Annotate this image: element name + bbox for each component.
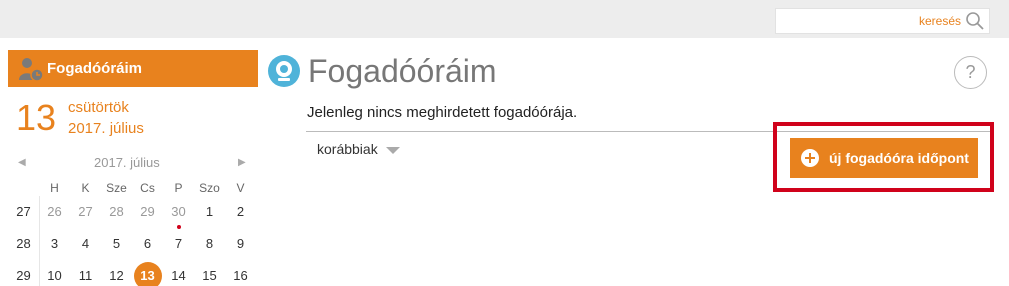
calendar-day[interactable]: 14 [163,264,194,286]
calendar-day[interactable]: 2 [225,200,256,226]
weekday-header: V [236,181,245,195]
calendar-day[interactable]: 29 [132,200,163,226]
calendar-day[interactable]: 4 [70,232,101,258]
current-day-number: 13 [16,97,57,138]
calendar-day[interactable]: 8 [194,232,225,258]
new-appointment-button[interactable]: új fogadóóra időpont [790,138,978,178]
calendar-day[interactable]: 1 [194,200,225,226]
current-weekday: csütörtök [68,99,129,116]
calendar-day[interactable]: 27 [70,200,101,226]
calendar-title: 2017. július [94,155,160,170]
sidebar-title: Fogadóóráim [47,60,143,77]
calendar-week-row: 27 26 27 28 29 30 1 2 [8,200,258,226]
week-number: 29 [16,268,31,283]
search-icon[interactable] [965,11,985,31]
week-column-divider [39,196,40,286]
calendar-day[interactable]: 7 [163,232,194,258]
weekday-header: Sze [106,181,127,195]
weekday-header: P [174,181,183,195]
current-month: 2017. július [68,120,144,137]
calendar-day[interactable]: 3 [39,232,70,258]
webcam-icon [268,55,300,87]
calendar-next-icon[interactable]: ▶ [238,157,246,168]
calendar-day[interactable]: 11 [70,264,101,286]
weekday-header: K [81,181,90,195]
calendar-day[interactable]: 12 [101,264,132,286]
previous-dropdown[interactable]: korábbiak [317,141,400,157]
no-appointments-notice: Jelenleg nincs meghirdetett fogadóórája. [307,104,578,121]
week-number: 28 [16,236,31,251]
weekday-header: H [50,181,59,195]
calendar-prev-icon[interactable]: ◀ [18,157,26,168]
calendar-day-today[interactable]: 13 [132,262,163,286]
plus-icon [801,149,819,167]
previous-label: korábbiak [317,141,378,157]
user-clock-icon [19,58,44,82]
calendar-header-row: H K Sze Cs P Szo V [8,176,258,202]
week-number: 27 [16,204,31,219]
page-title: Fogadóóráim [308,53,497,89]
calendar-day[interactable]: 6 [132,232,163,258]
weekday-header: Szo [199,181,220,195]
today-label: 13 [133,262,162,286]
calendar-week-row: 29 10 11 12 13 14 15 16 [8,262,258,286]
calendar-day[interactable]: 16 [225,264,256,286]
calendar-day[interactable]: 28 [101,200,132,226]
calendar-day[interactable]: 26 [39,200,70,226]
chevron-down-icon [385,146,400,154]
calendar-day[interactable]: 10 [39,264,70,286]
sidebar-header[interactable]: Fogadóóráim [8,50,258,87]
top-bar: keresés [0,0,1009,38]
calendar-week-row: 28 3 4 5 6 7 8 9 [8,232,258,258]
calendar-day[interactable]: 30 [163,200,194,226]
weekday-header: Cs [140,181,155,195]
search-input[interactable]: keresés [775,8,990,34]
new-appointment-label: új fogadóóra időpont [829,150,969,166]
help-button[interactable]: ? [954,56,987,89]
calendar-day[interactable]: 15 [194,264,225,286]
calendar-day[interactable]: 9 [225,232,256,258]
search-label: keresés [918,14,961,28]
calendar-day[interactable]: 5 [101,232,132,258]
event-marker-dot [177,225,181,229]
